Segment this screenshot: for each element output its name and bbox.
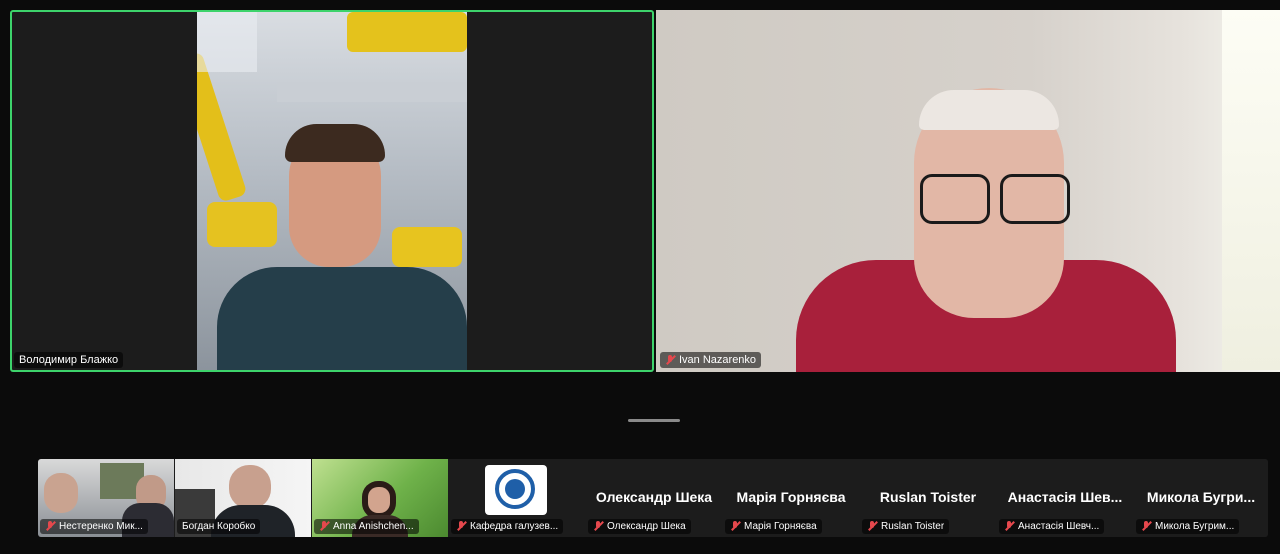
thumb-name-tag: Кафедра галузев... xyxy=(451,519,564,534)
participant-name: Ivan Nazarenko xyxy=(679,354,757,366)
participant-name-tag: Ivan Nazarenko xyxy=(660,352,762,368)
mic-off-icon xyxy=(319,521,329,532)
window-light xyxy=(1222,10,1280,370)
participant-thumb[interactable]: Anna Anishchen... xyxy=(312,459,448,537)
mic-off-icon xyxy=(665,354,675,366)
participant-strip: Нестеренко Мик... Богдан Коробко Anna An… xyxy=(38,459,1268,537)
participant-name: Микола Бугрим... xyxy=(1155,521,1235,532)
thumb-name-tag: Anna Anishchen... xyxy=(314,519,419,534)
thumb-name-tag: Олександр Шека xyxy=(588,519,691,534)
mic-off-icon xyxy=(456,521,466,532)
participant-name: Богдан Коробко xyxy=(182,521,256,532)
participant-name: Марія Горняєва xyxy=(744,521,817,532)
participant-display-name: Микола Бугри... xyxy=(1146,489,1256,505)
mic-off-icon xyxy=(867,521,877,532)
thumb-name-tag: Анастасія Шевч... xyxy=(999,519,1105,534)
mic-off-icon xyxy=(730,521,740,532)
mic-off-icon xyxy=(593,521,603,532)
thumb-name-tag: Нестеренко Мик... xyxy=(40,519,148,534)
mic-off-icon xyxy=(45,521,55,532)
speaker-name: Володимир Блажко xyxy=(19,354,119,366)
participant-thumb[interactable]: Богдан Коробко xyxy=(175,459,311,537)
participant-thumb[interactable]: Ruslan Toister Ruslan Toister xyxy=(860,459,996,537)
participant-name: Кафедра галузев... xyxy=(470,521,559,532)
video-tile-participant[interactable]: Ivan Nazarenko xyxy=(656,10,1280,372)
speaker-name-tag: Володимир Блажко xyxy=(14,352,124,368)
thumb-name-tag: Ruslan Toister xyxy=(862,519,950,534)
participant-name: Анастасія Шевч... xyxy=(1018,521,1100,532)
participant-display-name: Анастасія Шев... xyxy=(1007,489,1123,505)
participant-thumb[interactable]: Кафедра галузев... xyxy=(449,459,585,537)
mic-off-icon xyxy=(1004,521,1014,532)
participant-display-name: Марія Горняєва xyxy=(736,489,846,505)
top-bar xyxy=(0,0,1280,10)
speaker-video xyxy=(197,12,467,370)
participant-thumb[interactable]: Олександр Шека Олександр Шека xyxy=(586,459,722,537)
participant-thumb[interactable]: Микола Бугри... Микола Бугрим... xyxy=(1134,459,1268,537)
gallery-resize-handle[interactable] xyxy=(628,419,680,422)
thumb-name-tag: Богдан Коробко xyxy=(177,519,261,534)
mic-off-icon xyxy=(1141,521,1151,532)
participant-name: Anna Anishchen... xyxy=(333,521,414,532)
participant-thumb[interactable]: Анастасія Шев... Анастасія Шевч... xyxy=(997,459,1133,537)
participant-display-name: Ruslan Toister xyxy=(879,489,977,505)
participant-thumb[interactable]: Нестеренко Мик... xyxy=(38,459,174,537)
participant-display-name: Олександр Шека xyxy=(595,489,713,505)
video-tile-active-speaker[interactable]: Володимир Блажко xyxy=(10,10,654,372)
thumb-name-tag: Марія Горняєва xyxy=(725,519,822,534)
participant-name: Ruslan Toister xyxy=(881,521,945,532)
thumb-name-tag: Микола Бугрим... xyxy=(1136,519,1240,534)
participant-thumb[interactable]: Марія Горняєва Марія Горняєва xyxy=(723,459,859,537)
participant-name: Нестеренко Мик... xyxy=(59,521,143,532)
participant-name: Олександр Шека xyxy=(607,521,686,532)
